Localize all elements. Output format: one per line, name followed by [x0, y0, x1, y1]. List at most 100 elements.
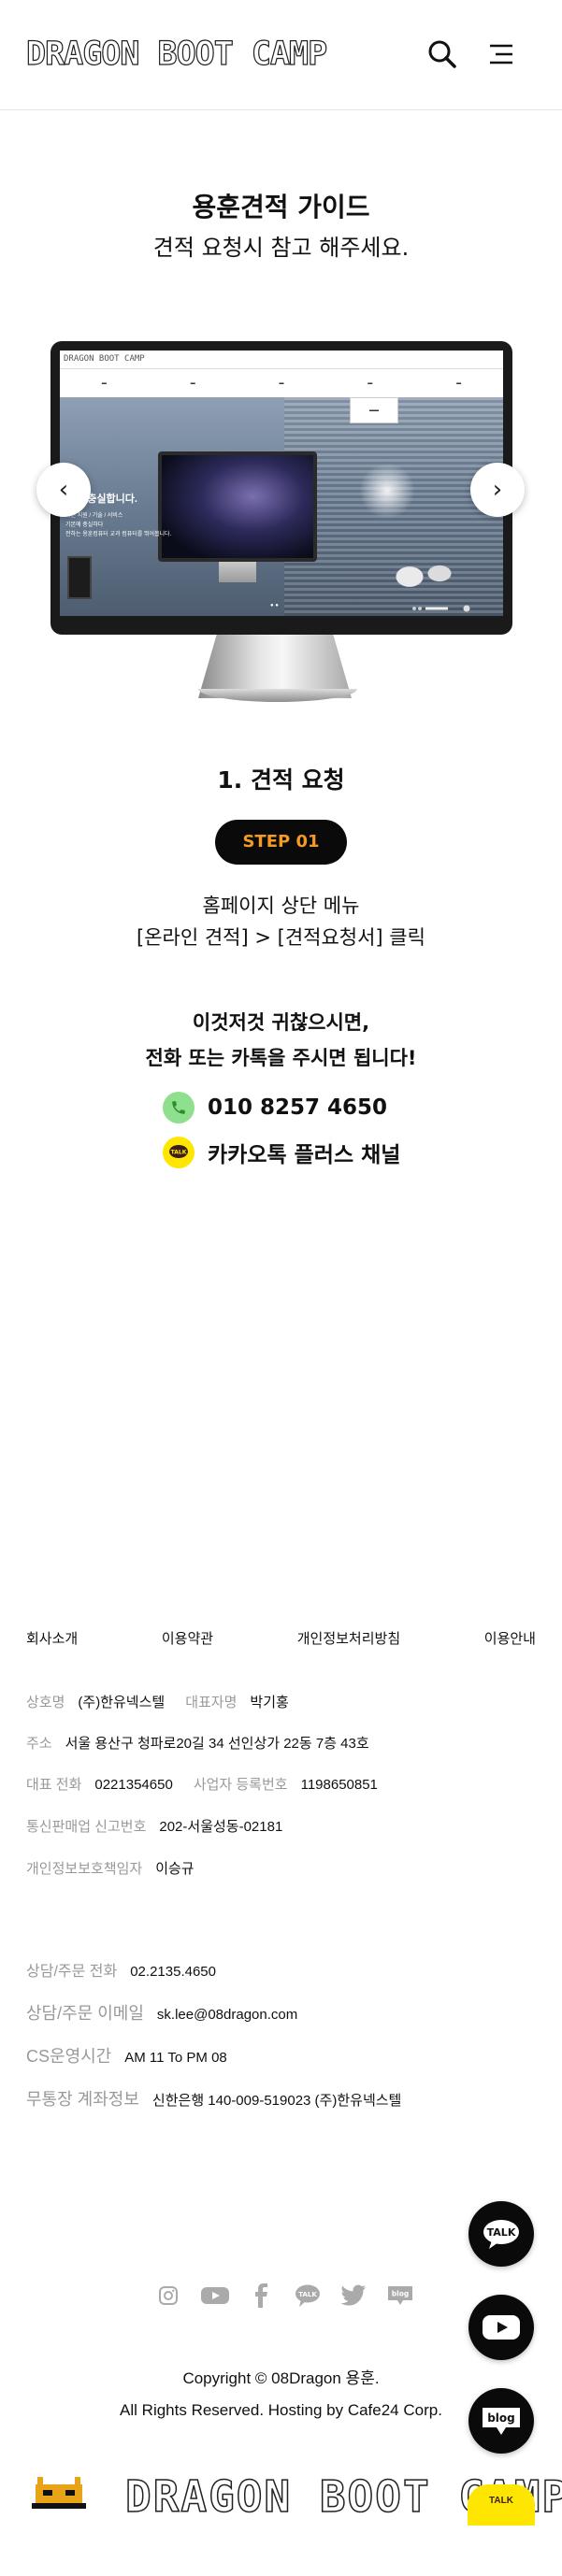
search-icon[interactable] — [425, 37, 459, 71]
screen-nav-item: ▬ — [367, 380, 373, 386]
screen-imac-stand — [219, 562, 256, 582]
screen-imac — [158, 451, 317, 562]
monitor-controls — [412, 605, 470, 612]
ceo-value: 박기홍 — [250, 1695, 289, 1710]
floating-youtube-button[interactable] — [468, 2295, 534, 2360]
footer-links: 회사소개 이용약관 개인정보처리방침 이용안내 — [26, 1628, 536, 1648]
step-desc-line1: 홈페이지 상단 메뉴 — [202, 894, 360, 917]
tel-label: 대표 전화 — [26, 1777, 82, 1793]
kakaotalk-icon[interactable]: TALK — [293, 2283, 323, 2309]
screen-nav-item: ▬ — [456, 380, 462, 386]
svg-text:TALK: TALK — [171, 1150, 187, 1156]
blog-icon: blog — [487, 2411, 515, 2425]
bizno-value[interactable]: 1198650851 — [301, 1777, 378, 1793]
mailorder-label: 통신판매업 신고번호 — [26, 1819, 147, 1835]
screen-nav: ▬ ▬ ▬ ▬ ▬ — [60, 369, 503, 397]
slider-next-button[interactable]: › — [470, 463, 525, 517]
facebook-icon[interactable] — [246, 2283, 276, 2309]
kakao-channel-label: 카카오톡 플러스 채널 — [208, 1143, 401, 1167]
privacy-officer-value: 이승규 — [155, 1861, 195, 1877]
bottom-kakaotalk-button[interactable]: TALK — [468, 2484, 535, 2526]
address-row: 주소 서울 용산구 청파로20길 34 선인상가 22동 7층 43호 — [26, 1733, 369, 1753]
guide-subtitle: 견적 요청시 참고 해주세요. — [152, 235, 410, 261]
cs-hours-value: AM 11 To PM 08 — [124, 2050, 227, 2066]
bank-label: 무통장 계좌정보 — [26, 2090, 139, 2109]
chevron-right-icon: › — [492, 476, 503, 504]
cs-hours-row: CS운영시간 AM 11 To PM 08 — [26, 2043, 227, 2068]
slider-monitor: DRAGON BOOT CAMP ▬ ▬ ▬ ▬ ▬ 본에 충실합니다. 라인 … — [50, 341, 512, 635]
privacy-officer-label: 개인정보보호책임자 — [26, 1861, 143, 1877]
bank-row: 무통장 계좌정보 신한은행 140-009-519023 (주)한유넥스텔 — [26, 2086, 401, 2111]
site-header: DRAGON BOOT CAMP — [0, 0, 562, 110]
footer-link-privacy[interactable]: 개인정보처리방침 — [297, 1628, 400, 1648]
phone-contact[interactable]: 010 8257 4650 — [163, 1090, 387, 1125]
company-info-row: 상호명 (주)한유넥스텔 대표자명 박기홍 — [26, 1692, 289, 1711]
menu-icon[interactable] — [484, 37, 518, 71]
bizno-label: 사업자 등록번호 — [193, 1777, 288, 1793]
bank-value: 신한은행 140-009-519023 (주)한유넥스텔 — [151, 2093, 402, 2109]
screen-hero-sub: 라인 지원 / 기술 / 서비스 기본에 충실하다 전하는 용훈컴퓨터 교과 컴… — [65, 513, 172, 537]
cs-email-label: 상담/주문 이메일 — [26, 2004, 144, 2023]
svg-text:TALK: TALK — [298, 2291, 317, 2298]
step-badge: STEP 01 — [215, 820, 347, 865]
step-title: 1. 견적 요청 — [217, 766, 345, 794]
contact-intro-line2: 전화 또는 카톡을 주시면 됩니다! — [145, 1047, 417, 1069]
screen-site-logo: DRAGON BOOT CAMP — [64, 354, 145, 364]
mailorder-value: 202-서울성동-02181 — [159, 1819, 283, 1835]
screen-nav-item: ▬ — [279, 380, 284, 386]
screen-hero: 본에 충실합니다. 라인 지원 / 기술 / 서비스 기본에 충실하다 전하는 … — [60, 397, 503, 616]
privacy-officer-row: 개인정보보호책임자 이승규 — [26, 1858, 195, 1878]
screen-topbar: DRAGON BOOT CAMP — [60, 351, 503, 369]
mailorder-row: 통신판매업 신고번호 202-서울성동-02181 — [26, 1816, 282, 1836]
site-logo[interactable]: DRAGON BOOT CAMP — [25, 35, 327, 73]
screen-nav-item: ▬ — [101, 380, 107, 386]
step-description: 홈페이지 상단 메뉴 [온라인 견적] > [견적요청서] 클릭 — [0, 890, 562, 953]
cs-phone-row: 상담/주문 전화 02.2135.4650 — [26, 1958, 216, 1981]
svg-text:blog: blog — [392, 2290, 409, 2298]
step-desc-line2: [온라인 견적] > [견적요청서] 클릭 — [137, 926, 425, 949]
address-label: 주소 — [26, 1736, 52, 1752]
screen-dropdown: ▬▬ — [350, 397, 398, 423]
screen-nav-item: ▬ — [190, 380, 195, 386]
ceo-label: 대표자명 — [185, 1695, 238, 1710]
bottom-banner: DRAGON BOOT CAMP TALK — [0, 2468, 562, 2576]
youtube-icon[interactable] — [200, 2283, 230, 2309]
twitter-icon[interactable] — [339, 2283, 368, 2309]
cs-email-value[interactable]: sk.lee@08dragon.com — [157, 2007, 297, 2023]
chevron-left-icon: ‹ — [58, 476, 69, 504]
footer-link-terms[interactable]: 이용약관 — [162, 1628, 213, 1648]
cs-phone-value[interactable]: 02.2135.4650 — [130, 1964, 216, 1980]
floating-blog-button[interactable]: blog — [468, 2388, 534, 2454]
phone-number: 010 8257 4650 — [208, 1095, 388, 1120]
kakaotalk-icon: TALK — [163, 1137, 195, 1168]
slider-prev-button[interactable]: ‹ — [36, 463, 91, 517]
company-value: (주)한유넥스텔 — [78, 1695, 166, 1710]
screen-lamp — [359, 463, 415, 519]
blog-icon[interactable]: blog — [385, 2283, 415, 2309]
floating-kakaotalk-button[interactable]: TALK — [468, 2201, 534, 2267]
phone-icon — [163, 1092, 195, 1123]
screen-frame — [67, 556, 92, 599]
kakao-contact[interactable]: TALK 카카오톡 플러스 채널 — [163, 1135, 400, 1170]
dragon-mascot-icon — [32, 2477, 86, 2509]
slider-screen-image: DRAGON BOOT CAMP ▬ ▬ ▬ ▬ ▬ 본에 충실합니다. 라인 … — [60, 351, 503, 616]
instagram-icon[interactable] — [153, 2283, 183, 2309]
cs-email-row: 상담/주문 이메일 sk.lee@08dragon.com — [26, 2000, 297, 2025]
screen-pager-dots: ● ● — [270, 603, 279, 608]
tel-value: 0221354650 — [94, 1777, 173, 1793]
cs-phone-label: 상담/주문 전화 — [26, 1964, 118, 1980]
screen-figures — [387, 537, 462, 603]
tel-row: 대표 전화 0221354650 사업자 등록번호 1198650851 — [26, 1774, 378, 1794]
contact-intro: 이것저것 귀찮으시면, 전화 또는 카톡을 주시면 됩니다! — [0, 1005, 562, 1076]
contact-intro-line1: 이것저것 귀찮으시면, — [192, 1011, 370, 1034]
talk-icon: TALK — [487, 2226, 516, 2239]
monitor-stand-base — [198, 689, 357, 702]
cs-hours-label: CS운영시간 — [26, 2047, 112, 2066]
company-label: 상호명 — [26, 1695, 65, 1710]
footer-link-guide[interactable]: 이용안내 — [484, 1628, 536, 1648]
address-value: 서울 용산구 청파로20길 34 선인상가 22동 7층 43호 — [65, 1736, 369, 1752]
guide-title: 용훈견적 가이드 — [192, 192, 370, 222]
copyright-line1: Copyright © 08Dragon 용훈. — [182, 2369, 380, 2387]
social-links: TALK blog — [153, 2281, 415, 2311]
footer-link-about[interactable]: 회사소개 — [26, 1628, 78, 1648]
